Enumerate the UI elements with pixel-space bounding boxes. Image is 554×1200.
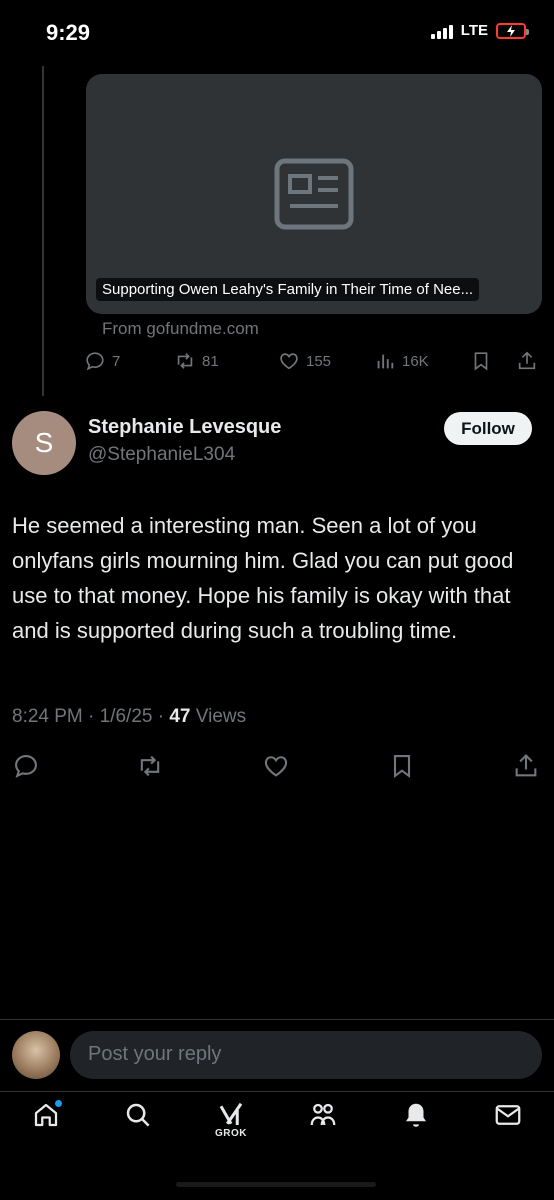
bookmark-button[interactable] — [388, 752, 418, 782]
tweet-meta: 8:24 PM · 1/6/25 · 47 Views — [12, 706, 246, 728]
reply-button[interactable]: 7 — [84, 350, 120, 372]
share-button[interactable] — [512, 752, 542, 782]
reply-icon — [86, 352, 104, 371]
status-indicators: LTE — [430, 22, 529, 39]
like-button[interactable] — [262, 752, 292, 782]
tab-search[interactable] — [118, 1100, 158, 1144]
link-card-title: Supporting Owen Leahy's Family in Their … — [96, 278, 480, 301]
views-button[interactable]: 16K — [374, 350, 429, 372]
status-time: 9:29 — [46, 20, 91, 45]
messages-icon — [495, 1105, 521, 1125]
views-count: 16K — [402, 352, 429, 370]
user-avatar[interactable] — [12, 1031, 60, 1079]
share-icon — [515, 754, 537, 777]
tab-bar: GROK — [0, 1100, 554, 1150]
grok-label: GROK — [215, 1128, 247, 1139]
author-avatar[interactable]: S — [12, 411, 76, 475]
article-icon — [274, 158, 354, 230]
repost-button[interactable] — [136, 752, 166, 782]
share-button[interactable] — [516, 350, 538, 372]
like-count: 155 — [306, 352, 332, 370]
tweet-text: He seemed a interesting man. Seen a lot … — [12, 513, 514, 643]
reply-icon — [15, 755, 37, 778]
tab-communities[interactable] — [303, 1100, 343, 1144]
network-label: LTE — [460, 22, 488, 39]
reply-button[interactable] — [12, 752, 42, 782]
like-button[interactable]: 155 — [278, 350, 331, 372]
tweet-actions — [0, 752, 554, 782]
grok-icon — [219, 1102, 243, 1125]
follow-button[interactable]: Follow — [444, 412, 532, 445]
bookmark-icon — [474, 352, 488, 371]
notifications-icon — [406, 1103, 426, 1127]
repost-icon — [177, 353, 193, 369]
repost-icon — [140, 755, 160, 777]
divider — [0, 1019, 554, 1020]
tweet-views-label: Views — [190, 706, 247, 727]
previous-post-actions: 7 81 155 16K — [84, 350, 544, 380]
signal-icon — [430, 23, 453, 39]
tab-messages[interactable] — [488, 1100, 528, 1144]
bookmark-icon — [393, 755, 411, 779]
tweet-timestamp: 8:24 PM · 1/6/25 · — [12, 706, 170, 727]
divider — [0, 1091, 554, 1092]
tab-grok[interactable]: GROK — [211, 1100, 251, 1144]
author-handle[interactable]: @StephanieL304 — [88, 444, 235, 466]
analytics-icon — [377, 354, 394, 369]
tab-home[interactable] — [26, 1100, 66, 1144]
author-name[interactable]: Stephanie Levesque — [88, 416, 281, 439]
status-bar: 9:29 LTE — [0, 0, 554, 66]
reply-input[interactable]: Post your reply — [70, 1031, 542, 1079]
search-icon — [126, 1103, 150, 1127]
bookmark-button[interactable] — [470, 350, 492, 372]
share-icon — [518, 351, 536, 370]
link-preview-card[interactable]: Supporting Owen Leahy's Family in Their … — [86, 74, 542, 314]
heart-icon — [264, 756, 288, 777]
battery-icon — [496, 22, 529, 39]
tab-notifications[interactable] — [396, 1100, 436, 1144]
repost-button[interactable]: 81 — [174, 350, 219, 372]
thread-line — [42, 66, 44, 396]
repost-count: 81 — [202, 352, 219, 370]
heart-icon — [280, 353, 298, 370]
tweet-views-count: 47 — [169, 706, 191, 727]
home-indicator[interactable] — [176, 1182, 376, 1187]
notification-dot — [55, 1100, 62, 1107]
reply-count: 7 — [112, 352, 121, 370]
link-card-source: From gofundme.com — [102, 319, 259, 338]
communities-icon — [310, 1103, 336, 1126]
